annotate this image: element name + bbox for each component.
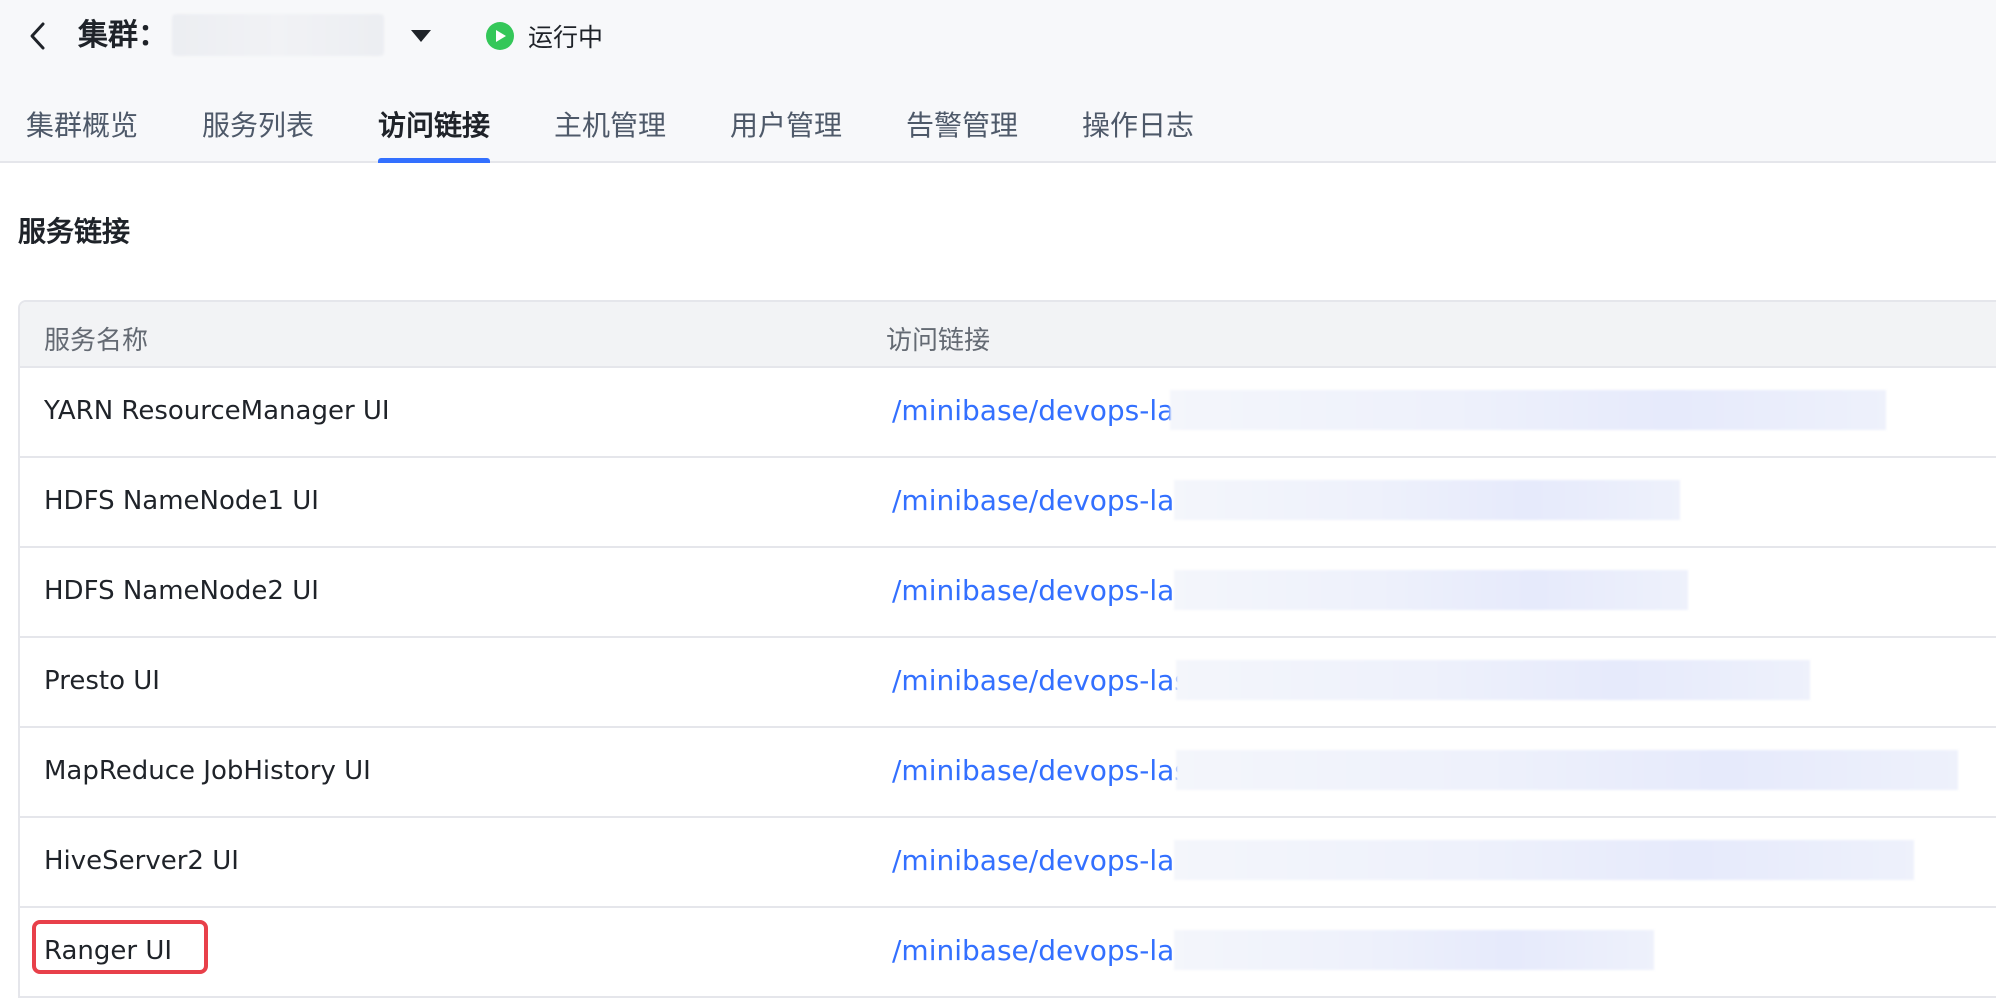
link-redacted (1176, 750, 1958, 790)
access-link[interactable]: /minibase/devops-las/ (892, 754, 1198, 787)
table-row: HiveServer2 UI /minibase/devops-las/ (20, 818, 1996, 908)
play-status-icon (486, 22, 514, 50)
link-redacted (1170, 390, 1886, 430)
link-redacted (1174, 930, 1654, 970)
table-header: 服务名称 访问链接 (20, 302, 1996, 368)
cluster-label: 集群： (78, 18, 168, 53)
service-name: HDFS NameNode2 UI (44, 576, 319, 606)
access-link[interactable]: /minibase/devops-las/ (892, 484, 1198, 517)
table-row: Presto UI /minibase/devops-las/ (20, 638, 1996, 728)
service-name: HDFS NameNode1 UI (44, 486, 319, 516)
back-button[interactable] (22, 20, 54, 52)
link-redacted (1174, 570, 1688, 610)
cluster-status: 运行中 (486, 16, 603, 56)
tab-alert-management[interactable]: 告警管理 (906, 104, 1018, 163)
tab-bar: 集群概览 服务列表 访问链接 主机管理 用户管理 告警管理 操作日志 (0, 96, 1996, 163)
top-bar: 集群： 运行中 集群概览 服务列表 访问链接 主机管理 用户管理 告警管理 操作… (0, 0, 1996, 163)
table-row: YARN ResourceManager UI /minibase/devops… (20, 368, 1996, 458)
access-link[interactable]: /minibase/devops-las/ (892, 934, 1198, 967)
tab-user-management[interactable]: 用户管理 (730, 104, 842, 163)
access-link[interactable]: /minibase/devops-las (892, 394, 1189, 427)
cluster-name-redacted (172, 14, 384, 56)
service-links-table: 服务名称 访问链接 YARN ResourceManager UI /minib… (18, 300, 1996, 998)
tab-access-links[interactable]: 访问链接 (378, 104, 491, 163)
table-row: Ranger UI /minibase/devops-las/ (20, 908, 1996, 996)
table-row: HDFS NameNode1 UI /minibase/devops-las/ (20, 458, 1996, 548)
status-text: 运行中 (528, 23, 604, 52)
tab-service-list[interactable]: 服务列表 (202, 104, 314, 163)
service-name: Presto UI (44, 666, 160, 696)
cluster-header: 集群： 运行中 (0, 0, 1996, 72)
access-link[interactable]: /minibase/devops-las/ (892, 664, 1198, 697)
caret-down-icon (411, 30, 431, 42)
access-link[interactable]: /minibase/devops-las/ (892, 844, 1198, 877)
link-redacted (1174, 840, 1914, 880)
tab-operation-log[interactable]: 操作日志 (1082, 104, 1194, 163)
column-header-access-link: 访问链接 (886, 326, 991, 356)
service-name: Ranger UI (44, 936, 173, 966)
link-redacted (1176, 660, 1810, 700)
section-title: 服务链接 (18, 215, 131, 248)
service-name: MapReduce JobHistory UI (44, 756, 371, 786)
link-redacted (1174, 480, 1680, 520)
access-link[interactable]: /minibase/devops-las/ (892, 574, 1198, 607)
table-row: MapReduce JobHistory UI /minibase/devops… (20, 728, 1996, 818)
tab-cluster-overview[interactable]: 集群概览 (26, 104, 138, 163)
service-name: HiveServer2 UI (44, 846, 239, 876)
service-name: YARN ResourceManager UI (44, 396, 390, 426)
cluster-select-dropdown[interactable] (408, 24, 434, 48)
table-row: HDFS NameNode2 UI /minibase/devops-las/ (20, 548, 1996, 638)
tab-host-management[interactable]: 主机管理 (554, 104, 666, 163)
chevron-left-icon (30, 22, 45, 50)
column-header-service-name: 服务名称 (44, 326, 149, 356)
